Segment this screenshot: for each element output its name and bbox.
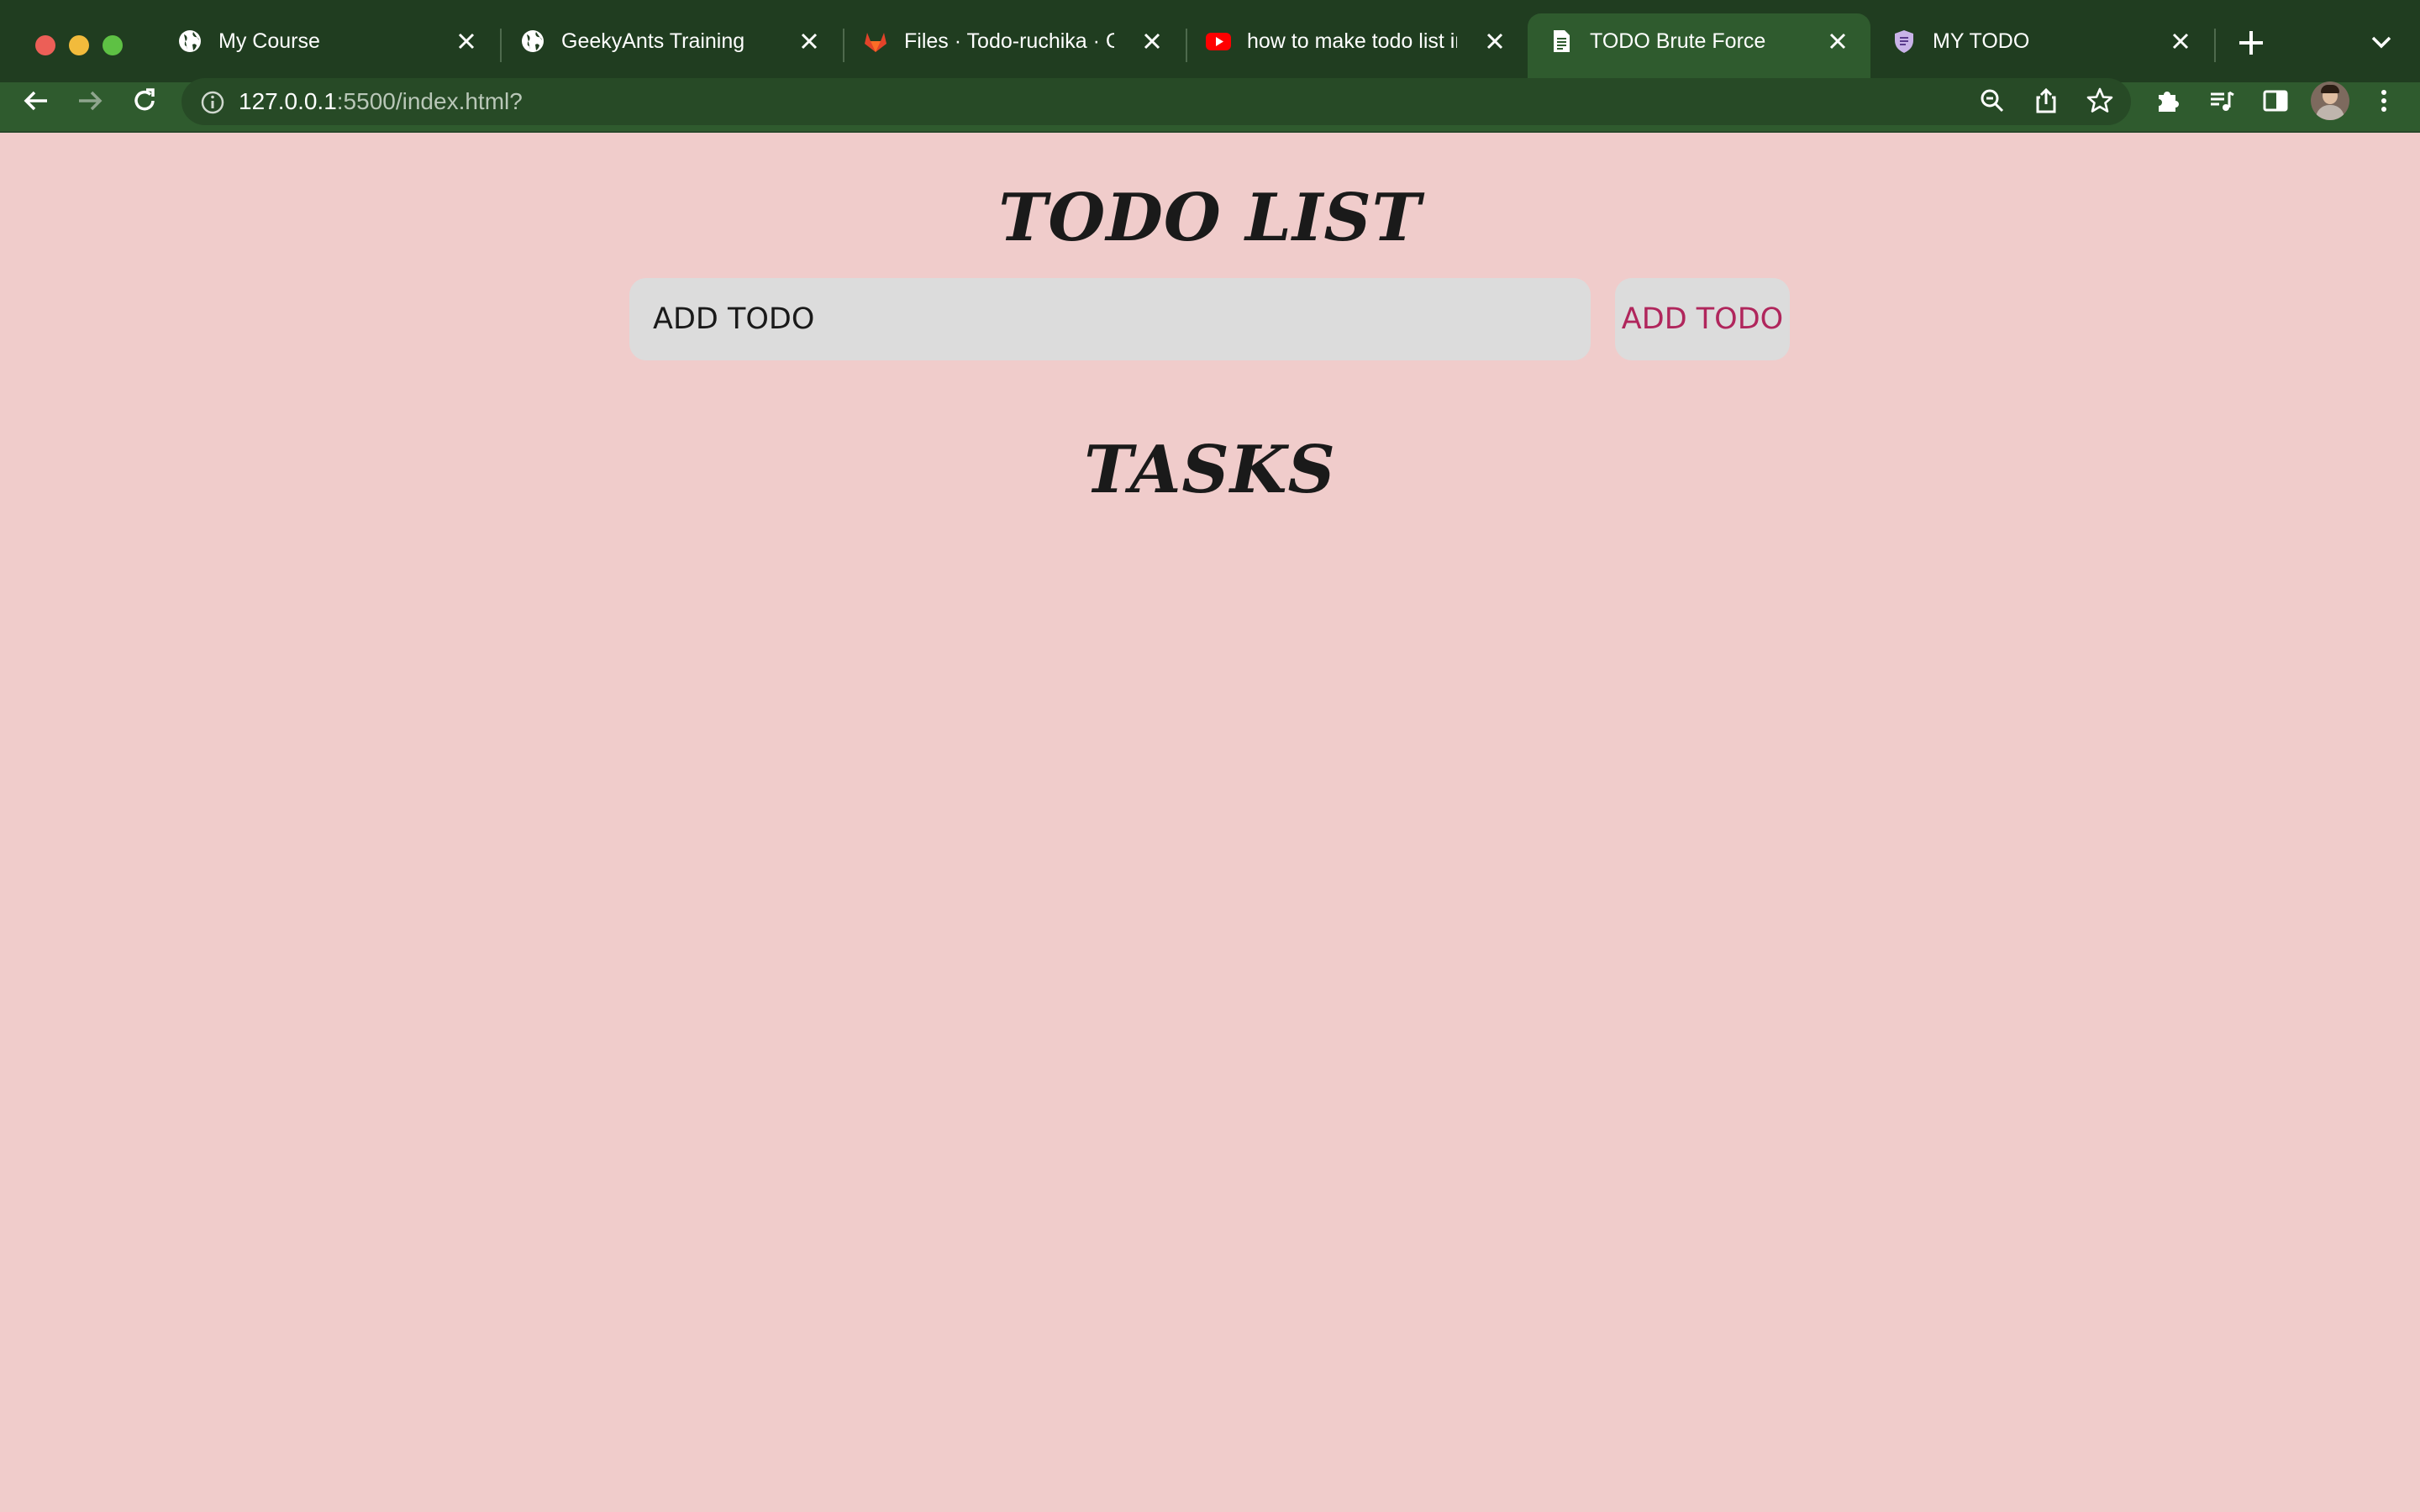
- gitlab-icon: [865, 33, 886, 52]
- tab-my-course[interactable]: My Course: [156, 13, 499, 82]
- close-icon[interactable]: [800, 32, 818, 50]
- youtube-icon: [1206, 33, 1231, 50]
- close-icon[interactable]: [457, 32, 476, 50]
- chevron-down-icon[interactable]: [2368, 30, 2395, 54]
- forward-arrow-icon[interactable]: [76, 87, 104, 115]
- share-icon[interactable]: [2032, 87, 2060, 115]
- document-icon: [1554, 30, 1570, 52]
- minimize-window-button[interactable]: [69, 35, 89, 55]
- tab-todo-brute-force[interactable]: TODO Brute Force: [1528, 13, 1870, 82]
- info-icon[interactable]: [198, 88, 227, 117]
- url-host: 127.0.0.1: [239, 88, 337, 114]
- tab-youtube-video[interactable]: how to make todo list in j: [1185, 13, 1528, 82]
- tab-title: My Course: [218, 29, 320, 53]
- add-todo-button[interactable]: ADD TODO: [1615, 278, 1790, 360]
- kebab-menu-icon[interactable]: [2370, 87, 2398, 115]
- zoom-out-icon[interactable]: [1978, 87, 2007, 115]
- tab-title: Files · Todo-ruchika · Col: [904, 29, 1114, 53]
- side-panel-icon[interactable]: [2261, 87, 2290, 115]
- page-title: TODO LIST: [998, 180, 1422, 256]
- toolbar-divider: [0, 131, 2420, 133]
- tasks-list: [629, 538, 1790, 546]
- tab-title: TODO Brute Force: [1590, 29, 1766, 53]
- close-icon[interactable]: [2171, 32, 2190, 50]
- new-tab-plus-icon[interactable]: [2235, 27, 2267, 59]
- tab-geekyants-training[interactable]: GeekyAnts Training: [499, 13, 842, 82]
- extensions-puzzle-icon[interactable]: [2154, 87, 2182, 115]
- close-icon[interactable]: [1486, 32, 1504, 50]
- tab-title: GeekyAnts Training: [561, 29, 745, 53]
- url-text[interactable]: 127.0.0.1:5500/index.html?: [239, 87, 523, 116]
- url-path: :5500/index.html?: [336, 88, 523, 114]
- maximize-window-button[interactable]: [103, 35, 123, 55]
- avatar-hair: [2321, 85, 2339, 93]
- back-arrow-icon[interactable]: [22, 87, 50, 115]
- tab-gitlab-files[interactable]: Files · Todo-ruchika · Col: [842, 13, 1185, 82]
- globe-icon: [179, 30, 201, 52]
- tab-title: MY TODO: [1933, 29, 2030, 53]
- reload-icon[interactable]: [130, 87, 159, 115]
- media-control-icon[interactable]: [2207, 87, 2236, 115]
- shield-icon: [1895, 30, 1913, 53]
- tasks-heading: TASKS: [1084, 432, 1336, 508]
- tab-my-todo[interactable]: MY TODO: [1870, 13, 2213, 82]
- profile-avatar[interactable]: [2311, 81, 2349, 120]
- globe-icon: [522, 30, 544, 52]
- todo-input[interactable]: [629, 278, 1591, 360]
- avatar-body: [2316, 105, 2344, 120]
- close-icon[interactable]: [1828, 32, 1847, 50]
- tab-separator: [2214, 29, 2216, 62]
- close-icon[interactable]: [1143, 32, 1161, 50]
- bookmark-star-icon[interactable]: [2086, 87, 2114, 115]
- tab-title: how to make todo list in j: [1247, 29, 1457, 53]
- close-window-button[interactable]: [35, 35, 55, 55]
